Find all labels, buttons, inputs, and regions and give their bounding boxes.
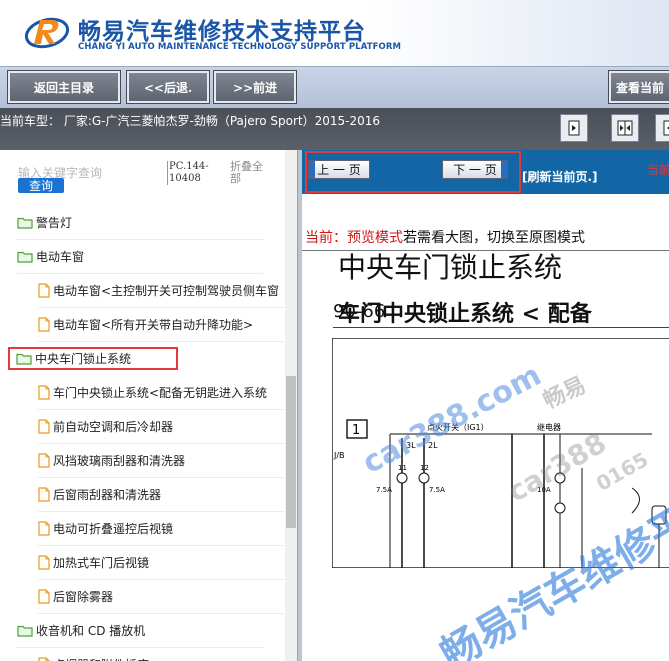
document-icon: [38, 385, 50, 400]
dual-page-icon: [617, 120, 633, 136]
tree-doc-item[interactable]: 点烟器和附件插座: [38, 648, 284, 661]
next-page-label: 下 一 页: [453, 163, 497, 177]
document-icon: [38, 657, 50, 661]
tree-item-label: 警告灯: [36, 216, 73, 230]
diagram-amp-1: 7.5A: [376, 486, 392, 494]
tree-doc-item[interactable]: 前自动空调和后冷却器: [38, 410, 284, 444]
switch-mode-link[interactable]: 若需看大图，切换至原图模式: [403, 230, 585, 246]
prev-page-button[interactable]: [655, 114, 669, 142]
home-button[interactable]: 返回主目录: [7, 70, 121, 104]
diagram-fuse-1: 3L: [406, 441, 416, 450]
dual-page-button[interactable]: [611, 114, 639, 142]
tree-item-label: 前自动空调和后冷却器: [53, 420, 174, 434]
tree-item-label: 后窗雨刮器和清洗器: [53, 488, 162, 502]
document-icon: [38, 317, 50, 332]
tree-item-label: 后窗除雾器: [53, 590, 114, 604]
diagram-node-1: 11: [398, 464, 407, 472]
tree-item-label: 车门中央锁止系统<配备无钥匙进入系统: [53, 386, 268, 400]
current-mode-label: 当前：预览模式: [305, 230, 403, 246]
document-icon: [38, 419, 50, 434]
document-title: 中央车门锁止系统: [338, 251, 563, 284]
tree-folder-item[interactable]: 电动车窗: [17, 240, 263, 274]
wiring-diagram: 1 点火开关（IG1） 继电器 J/B 3L 2L 11 12 7.5A 7.5…: [332, 338, 669, 568]
collapse-all-link[interactable]: 折叠全部: [230, 161, 270, 185]
brand-subtitle: CHANG YI AUTO MAINTENANCE TECHNOLOGY SUP…: [78, 42, 402, 52]
prev-page-link[interactable]: 上 一 页: [308, 160, 370, 179]
folder-icon: [17, 250, 33, 263]
tree-item-label: 风挡玻璃雨刮器和清洗器: [53, 454, 186, 468]
tree-doc-item[interactable]: 后窗除雾器: [38, 580, 284, 614]
folder-icon: [17, 624, 33, 637]
current-label: 当前: [647, 163, 669, 177]
info-bar: 当前车型： 厂家:G-广汽三菱帕杰罗-劲畅（Pajero Sport）2015-…: [0, 108, 669, 150]
tree-item-label: 点烟器和附件插座: [53, 656, 149, 661]
tree-doc-item[interactable]: 电动车窗<所有开关带自动升降功能>: [38, 308, 284, 342]
tree-doc-item[interactable]: 车门中央锁止系统<配备无钥匙进入系统: [38, 376, 284, 410]
next-arrow-icon: [501, 161, 507, 178]
tree-item-label: 电动车窗<所有开关带自动升降功能>: [53, 318, 254, 332]
tree-folder-item[interactable]: 警告灯: [17, 206, 263, 240]
next-page-link[interactable]: 下 一 页: [442, 160, 508, 179]
tree-folder-item[interactable]: 收音机和 CD 播放机: [17, 614, 263, 648]
tree-doc-item[interactable]: 电动可折叠遥控后视镜: [38, 512, 284, 546]
view-current-button[interactable]: 查看当前: [608, 70, 669, 104]
catalog-panel: 输入关键字查询 查询 PC.144-10408 折叠全部 警告灯 电动车窗 电动车窗…: [0, 150, 297, 661]
refresh-link[interactable]: [刷新当前页.]: [522, 168, 598, 185]
catalog-scrollbar-thumb[interactable]: [286, 376, 296, 528]
nav-bar: 返回主目录 <<后退. >>前进 查看当前: [0, 66, 669, 108]
tree-doc-item[interactable]: 后窗雨刮器和清洗器: [38, 478, 284, 512]
tree-item-label: 电动车窗: [36, 250, 85, 264]
forward-button[interactable]: >>前进: [213, 70, 297, 104]
document-icon: [38, 555, 50, 570]
tree-item-label: 中央车门锁止系统: [35, 352, 132, 366]
diagram-amp-2: 7.5A: [429, 486, 445, 494]
diagram-node-2: 12: [420, 464, 429, 472]
document-icon: [38, 521, 50, 536]
document-icon: [38, 283, 50, 298]
folder-icon: [16, 352, 32, 365]
prev-arrow-icon: [309, 161, 315, 178]
document-icon: [38, 453, 50, 468]
diagram-switch-label: 点火开关（IG1）: [427, 422, 489, 432]
tree-item-label: 收音机和 CD 播放机: [36, 624, 146, 638]
diagram-relay-label: 继电器: [537, 422, 561, 432]
tree-doc-item[interactable]: 加热式车门后视镜: [38, 546, 284, 580]
tree-item-label: 电动可折叠遥控后视镜: [53, 522, 174, 536]
search-button[interactable]: 查询: [18, 178, 64, 193]
diagram-connector: J/B: [333, 451, 345, 460]
view-mode-line: 当前：预览模式若需看大图，切换至原图模式: [305, 227, 585, 247]
document-subtitle: 车门中央锁止系统 < 配备: [338, 301, 592, 327]
prev-page-icon: [663, 120, 669, 136]
tree-doc-item[interactable]: 电动车窗<主控制开关可控制驾驶员侧车窗: [38, 274, 284, 308]
viewer-panel: 上 一 页 下 一 页 [刷新当前页.] 当前 当前：预览模式若需看大图，切换至…: [302, 150, 669, 661]
brand-logo-icon: [24, 17, 70, 49]
prev-page-label: 上 一 页: [317, 163, 361, 177]
single-page-icon: [568, 120, 580, 136]
document-icon: [38, 589, 50, 604]
folder-icon: [17, 216, 33, 229]
document-icon: [38, 487, 50, 502]
brand-title: 畅易汽车维修技术支持平台: [78, 19, 366, 45]
tree-item-label: 加热式车门后视镜: [53, 556, 150, 570]
pc-code-label: PC.144-10408: [167, 161, 225, 185]
tree-doc-item[interactable]: 风挡玻璃雨刮器和清洗器: [38, 444, 284, 478]
pager-bar: 上 一 页 下 一 页 [刷新当前页.] 当前: [302, 150, 669, 194]
current-model-label: 当前车型： 厂家:G-广汽三菱帕杰罗-劲畅（Pajero Sport）2015-…: [0, 114, 381, 128]
tree-item-label: 电动车窗<主控制开关可控制驾驶员侧车窗: [53, 284, 280, 298]
back-button[interactable]: <<后退.: [126, 70, 210, 104]
single-page-button[interactable]: [560, 114, 588, 142]
diagram-fuse-2: 2L: [428, 441, 438, 450]
diagram-box-number: 1: [352, 423, 360, 438]
tree-folder-item[interactable]: 中央车门锁止系统: [8, 347, 178, 370]
app-header: 畅易汽车维修技术支持平台 CHANG YI AUTO MAINTENANCE T…: [0, 0, 669, 66]
